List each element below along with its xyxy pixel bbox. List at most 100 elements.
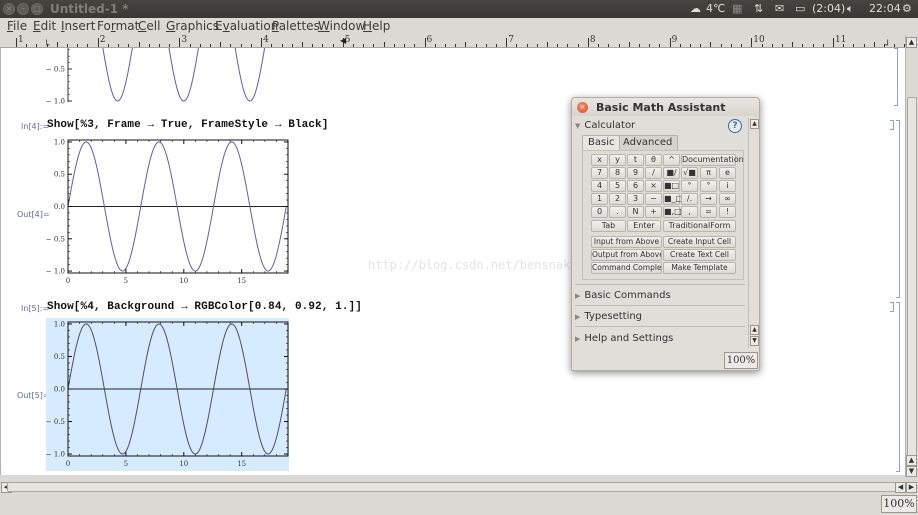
cell-bracket[interactable]	[890, 120, 894, 130]
key-button[interactable]: °	[700, 180, 717, 192]
key-button[interactable]: /	[645, 167, 662, 179]
key-button[interactable]: 0	[591, 206, 608, 218]
weather-icon[interactable]: ☁	[690, 2, 701, 15]
cell-bracket[interactable]	[890, 302, 894, 312]
key-button[interactable]: 1	[591, 193, 608, 205]
key-button[interactable]: ×	[645, 180, 662, 192]
key-button[interactable]: .	[609, 206, 626, 218]
section-typesetting[interactable]: ▶ Typesetting	[575, 311, 642, 322]
enter-key-button[interactable]: Enter	[627, 220, 661, 232]
menu-palettes[interactable]: Palettes	[272, 19, 320, 33]
key-button[interactable]: =	[700, 206, 717, 218]
battery-icon[interactable]: ▭	[795, 2, 805, 15]
horizontal-scrollbar[interactable]: ◀ ◀ ▶	[0, 481, 918, 494]
volume-icon[interactable]: 🔈︎	[847, 2, 854, 16]
key-button[interactable]: π	[700, 167, 717, 179]
key-button[interactable]: √■	[681, 167, 698, 179]
network-updown-icon[interactable]: ⇅	[754, 2, 763, 15]
menu-file[interactable]: File	[7, 19, 27, 33]
scroll-right-icon[interactable]: ▶	[906, 482, 917, 493]
battery-time[interactable]: (2:04)	[812, 2, 845, 15]
key-button[interactable]: 4	[591, 180, 608, 192]
key-button[interactable]: 2	[609, 193, 626, 205]
key-button[interactable]: ■,□	[663, 206, 682, 218]
section-basic-commands[interactable]: ▶ Basic Commands	[575, 290, 671, 301]
mail-icon[interactable]: ✉	[775, 2, 784, 15]
menu-window[interactable]: Window	[318, 19, 365, 33]
temperature-label[interactable]: 4℃	[706, 2, 725, 15]
help-icon[interactable]: ?	[728, 119, 742, 133]
palette-zoom-button[interactable]: 100%	[724, 352, 758, 369]
menu-graphics[interactable]: Graphics	[166, 19, 219, 33]
menu-format[interactable]: Format	[97, 19, 139, 33]
key-button[interactable]: ^	[663, 154, 680, 166]
key-button[interactable]: N	[627, 206, 644, 218]
cell-bracket[interactable]	[894, 48, 898, 106]
palette-close-button[interactable]: ×	[577, 102, 588, 113]
key-button[interactable]: ,	[681, 206, 698, 218]
group-bracket[interactable]	[896, 302, 900, 472]
key-button[interactable]: 7	[591, 167, 608, 179]
tab-key-button[interactable]: Tab	[591, 220, 626, 232]
palette-scrollbar[interactable]: ▲ ▲ ▼	[748, 118, 759, 348]
palette-titlebar[interactable]: × Basic Math Assistant	[572, 98, 759, 116]
key-button[interactable]: y	[609, 154, 626, 166]
tab-basic[interactable]: Basic	[582, 135, 621, 150]
vertical-scrollbar[interactable]: ▲ ▲ ▼	[905, 35, 918, 477]
clock[interactable]: 22:04	[869, 2, 901, 15]
key-button[interactable]: 8	[609, 167, 626, 179]
key-button[interactable]: −	[645, 193, 662, 205]
notebook-area[interactable]: − 0.5− 1.0 In[4]:= Show[%3, Frame → True…	[0, 48, 905, 475]
traditionalform-button[interactable]: TraditionalForm	[663, 220, 736, 232]
key-button[interactable]: t	[627, 154, 644, 166]
window-maximize-button[interactable]: □	[31, 3, 43, 15]
key-button[interactable]: 6	[627, 180, 644, 192]
key-button[interactable]: e	[719, 167, 736, 179]
menu-edit[interactable]: Edit	[33, 19, 56, 33]
key-button[interactable]: /.	[681, 193, 698, 205]
key-button[interactable]: 5	[609, 180, 626, 192]
documentation-button[interactable]: Documentation	[681, 154, 744, 166]
key-button[interactable]: °	[681, 180, 698, 192]
key-button[interactable]: i	[719, 180, 736, 192]
scroll-up-icon[interactable]: ▲	[906, 37, 917, 48]
horizontal-scroll-thumb[interactable]	[7, 482, 897, 492]
window-minimize-button[interactable]: –	[17, 3, 29, 15]
key-button[interactable]: !	[719, 206, 736, 218]
action-button[interactable]: Make Template	[663, 262, 736, 274]
action-button[interactable]: Command Complete	[591, 262, 662, 274]
input-cell-4[interactable]: Show[%3, Frame → True, FrameStyle → Blac…	[47, 119, 328, 131]
menu-help[interactable]: Help	[363, 19, 390, 33]
key-button[interactable]: ■□	[663, 180, 680, 192]
key-button[interactable]: +	[645, 206, 662, 218]
ruler[interactable]: 12345678910111213141516171819◀└┘	[0, 35, 918, 51]
zoom-level-button[interactable]: 100%	[881, 495, 917, 513]
scroll-up-icon[interactable]: ▲	[750, 325, 759, 335]
menu-insert[interactable]: Insert	[61, 19, 95, 33]
section-calculator[interactable]: ▼ Calculator	[575, 120, 635, 131]
gear-icon[interactable]: ⚙	[902, 2, 912, 15]
key-button[interactable]: 9	[627, 167, 644, 179]
window-close-button[interactable]: ×	[3, 3, 15, 15]
key-button[interactable]: x	[591, 154, 608, 166]
key-button[interactable]: ■_□	[663, 193, 683, 205]
key-button[interactable]: →	[700, 193, 717, 205]
action-button[interactable]: Create Input Cell	[663, 236, 736, 248]
group-bracket[interactable]	[896, 120, 900, 298]
right-margin-marker-icon[interactable]: ◀	[340, 36, 346, 45]
action-button[interactable]: Create Text Cell	[663, 249, 736, 261]
tab-advanced[interactable]: Advanced	[617, 135, 679, 150]
scroll-up-icon[interactable]: ▲	[906, 455, 917, 466]
key-button[interactable]: 3	[627, 193, 644, 205]
key-button[interactable]: ■/□	[663, 167, 680, 187]
scroll-down-icon[interactable]: ▼	[906, 466, 917, 477]
key-button[interactable]: θ	[645, 154, 662, 166]
section-help-settings[interactable]: ▶ Help and Settings	[575, 333, 673, 344]
key-button[interactable]: ∞	[719, 193, 736, 205]
keyboard-icon[interactable]: ▦	[732, 2, 742, 15]
scroll-down-icon[interactable]: ▼	[750, 336, 759, 346]
action-button[interactable]: Input from Above	[591, 236, 662, 248]
vertical-scroll-thumb[interactable]	[907, 97, 917, 457]
menu-evaluation[interactable]: Evaluation	[215, 19, 278, 33]
menu-cell[interactable]: Cell	[138, 19, 160, 33]
